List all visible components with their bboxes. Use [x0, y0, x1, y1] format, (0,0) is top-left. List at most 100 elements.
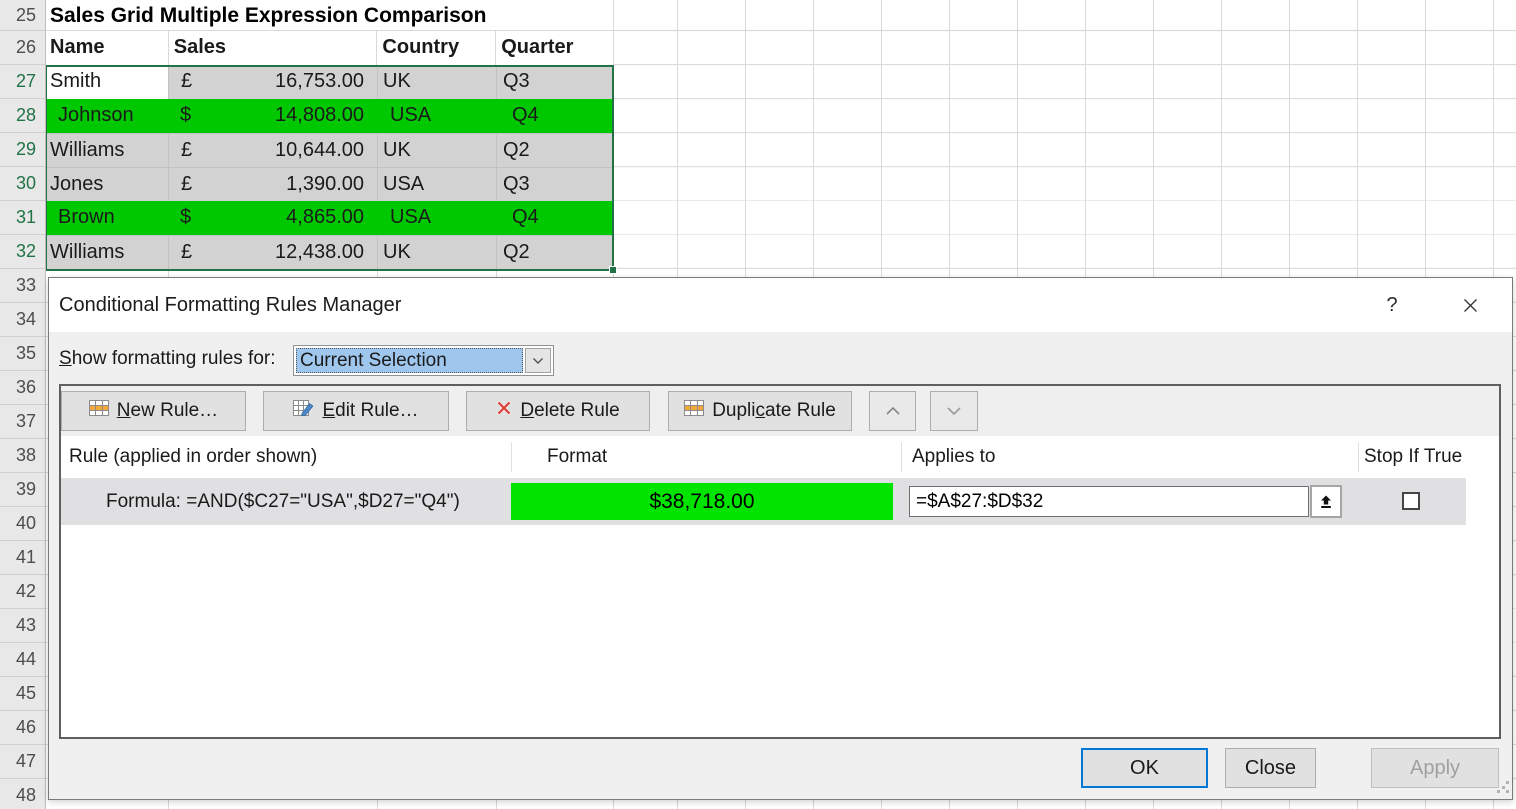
row-header-column: 2526272829303132333435363738394041424344… — [0, 0, 46, 809]
amount: 10,644.00 — [275, 134, 364, 167]
cell-D31[interactable]: Q4 — [496, 201, 613, 235]
row-header-39[interactable]: 39 — [0, 473, 45, 507]
currency-symbol: £ — [181, 168, 192, 201]
cell-D27[interactable]: Q3 — [496, 65, 613, 99]
close-button[interactable]: Close — [1225, 748, 1316, 788]
table-row-28: Johnson$14,808.00USAQ4 — [45, 99, 614, 133]
edit-rule-label: Edit Rule… — [322, 400, 418, 422]
cell-A30[interactable]: Jones — [45, 168, 168, 201]
row-header-27[interactable]: 27 — [0, 65, 45, 99]
cell-C28[interactable]: USA — [377, 99, 496, 133]
row-header-25[interactable]: 25 — [0, 0, 45, 31]
cell-D32[interactable]: Q2 — [496, 236, 613, 269]
help-icon[interactable]: ? — [1379, 290, 1405, 320]
row-header-30[interactable]: 30 — [0, 167, 45, 201]
row-header-48[interactable]: 48 — [0, 779, 45, 809]
cell-A27[interactable]: Smith — [45, 65, 168, 99]
cell-B28[interactable]: $14,808.00 — [168, 99, 377, 133]
cell-B31[interactable]: $4,865.00 — [168, 201, 377, 235]
header-cell-quarter[interactable]: Quarter — [495, 31, 613, 65]
amount: 1,390.00 — [286, 168, 364, 201]
resize-grip[interactable] — [1497, 781, 1509, 793]
move-rule-up-button[interactable] — [869, 391, 916, 431]
cell-A32[interactable]: Williams — [45, 236, 168, 269]
header-cell-name[interactable]: Name — [45, 31, 168, 65]
header-cell-country[interactable]: Country — [376, 31, 495, 65]
row-header-38[interactable]: 38 — [0, 439, 45, 473]
edit-rule-button[interactable]: Edit Rule… — [263, 391, 449, 431]
applies-to-input[interactable] — [909, 486, 1309, 517]
cell-C30[interactable]: USA — [377, 168, 496, 201]
cell-A29[interactable]: Williams — [45, 134, 168, 167]
rule-format-preview: $38,718.00 — [511, 483, 893, 520]
cell-C31[interactable]: USA — [377, 201, 496, 235]
row-header-42[interactable]: 42 — [0, 575, 45, 609]
cell-D30[interactable]: Q3 — [496, 168, 613, 201]
cell-C32[interactable]: UK — [377, 236, 496, 269]
amount: 14,808.00 — [275, 99, 364, 133]
cell-B30[interactable]: £1,390.00 — [168, 168, 377, 201]
cell-D29[interactable]: Q2 — [496, 134, 613, 167]
new-rule-icon — [89, 400, 109, 422]
cell-C27[interactable]: UK — [377, 65, 496, 99]
row-header-36[interactable]: 36 — [0, 371, 45, 405]
new-rule-button[interactable]: New Rule… — [61, 391, 246, 431]
row-header-41[interactable]: 41 — [0, 541, 45, 575]
row-header-26[interactable]: 26 — [0, 31, 45, 65]
row-header-44[interactable]: 44 — [0, 643, 45, 677]
apply-button[interactable]: Apply — [1371, 748, 1499, 788]
cell-B29[interactable]: £10,644.00 — [168, 134, 377, 167]
cell-C29[interactable]: UK — [377, 134, 496, 167]
row-header-40[interactable]: 40 — [0, 507, 45, 541]
row-header-43[interactable]: 43 — [0, 609, 45, 643]
currency-symbol: £ — [181, 236, 192, 269]
row-header-33[interactable]: 33 — [0, 269, 45, 303]
row-header-29[interactable]: 29 — [0, 133, 45, 167]
row-header-46[interactable]: 46 — [0, 711, 45, 745]
row-header-34[interactable]: 34 — [0, 303, 45, 337]
duplicate-rule-button[interactable]: Duplicate Rule — [668, 391, 852, 431]
column-header-stop-if-true: Stop If True — [1364, 436, 1462, 478]
edit-rule-icon — [293, 400, 314, 422]
move-rule-down-button[interactable] — [930, 391, 978, 431]
cell-B32[interactable]: £12,438.00 — [168, 236, 377, 269]
table-row-31: Brown$4,865.00USAQ4 — [45, 201, 614, 235]
collapse-dialog-range-picker-icon[interactable] — [1310, 485, 1342, 518]
cell-A31[interactable]: Brown — [45, 201, 168, 235]
header-separator — [511, 442, 512, 472]
new-rule-label: New Rule… — [117, 400, 218, 422]
chevron-down-icon[interactable] — [525, 348, 551, 373]
table-row-30: Jones£1,390.00USAQ3 — [45, 167, 614, 201]
table-row-27: Smith£16,753.00UKQ3 — [45, 65, 614, 99]
column-header-rule: Rule (applied in order shown) — [69, 436, 317, 478]
column-header-format: Format — [547, 436, 607, 478]
rule-description: Formula: =AND($C27="USA",$D27="Q4") — [106, 478, 460, 525]
amount: 4,865.00 — [286, 201, 364, 235]
stop-if-true-checkbox[interactable] — [1402, 492, 1420, 510]
chevron-up-icon — [885, 406, 901, 416]
header-cell-sales[interactable]: Sales — [168, 31, 377, 65]
row-header-28[interactable]: 28 — [0, 99, 45, 133]
row-header-37[interactable]: 37 — [0, 405, 45, 439]
row-header-45[interactable]: 45 — [0, 677, 45, 711]
sheet-title-cell[interactable]: Sales Grid Multiple Expression Compariso… — [45, 0, 614, 31]
cell-B27[interactable]: £16,753.00 — [168, 65, 377, 99]
duplicate-rule-label: Duplicate Rule — [712, 400, 836, 422]
row-header-47[interactable]: 47 — [0, 745, 45, 779]
currency-symbol: £ — [181, 134, 192, 167]
fill-handle[interactable] — [609, 266, 617, 274]
delete-rule-button[interactable]: Delete Rule — [466, 391, 650, 431]
cell-A28[interactable]: Johnson — [45, 99, 168, 133]
cell-D28[interactable]: Q4 — [496, 99, 613, 133]
currency-symbol: £ — [181, 65, 192, 99]
conditional-formatting-rules-manager-dialog: Conditional Formatting Rules Manager ? S… — [48, 277, 1513, 800]
ok-button[interactable]: OK — [1081, 748, 1208, 788]
dialog-titlebar[interactable]: Conditional Formatting Rules Manager ? — [49, 278, 1512, 332]
close-icon[interactable] — [1455, 290, 1485, 320]
rule-row[interactable]: Formula: =AND($C27="USA",$D27="Q4") $38,… — [61, 478, 1466, 525]
header-separator — [1358, 442, 1359, 472]
row-header-35[interactable]: 35 — [0, 337, 45, 371]
row-header-31[interactable]: 31 — [0, 201, 45, 235]
show-rules-for-combobox[interactable]: Current Selection — [293, 345, 554, 376]
row-header-32[interactable]: 32 — [0, 235, 45, 269]
